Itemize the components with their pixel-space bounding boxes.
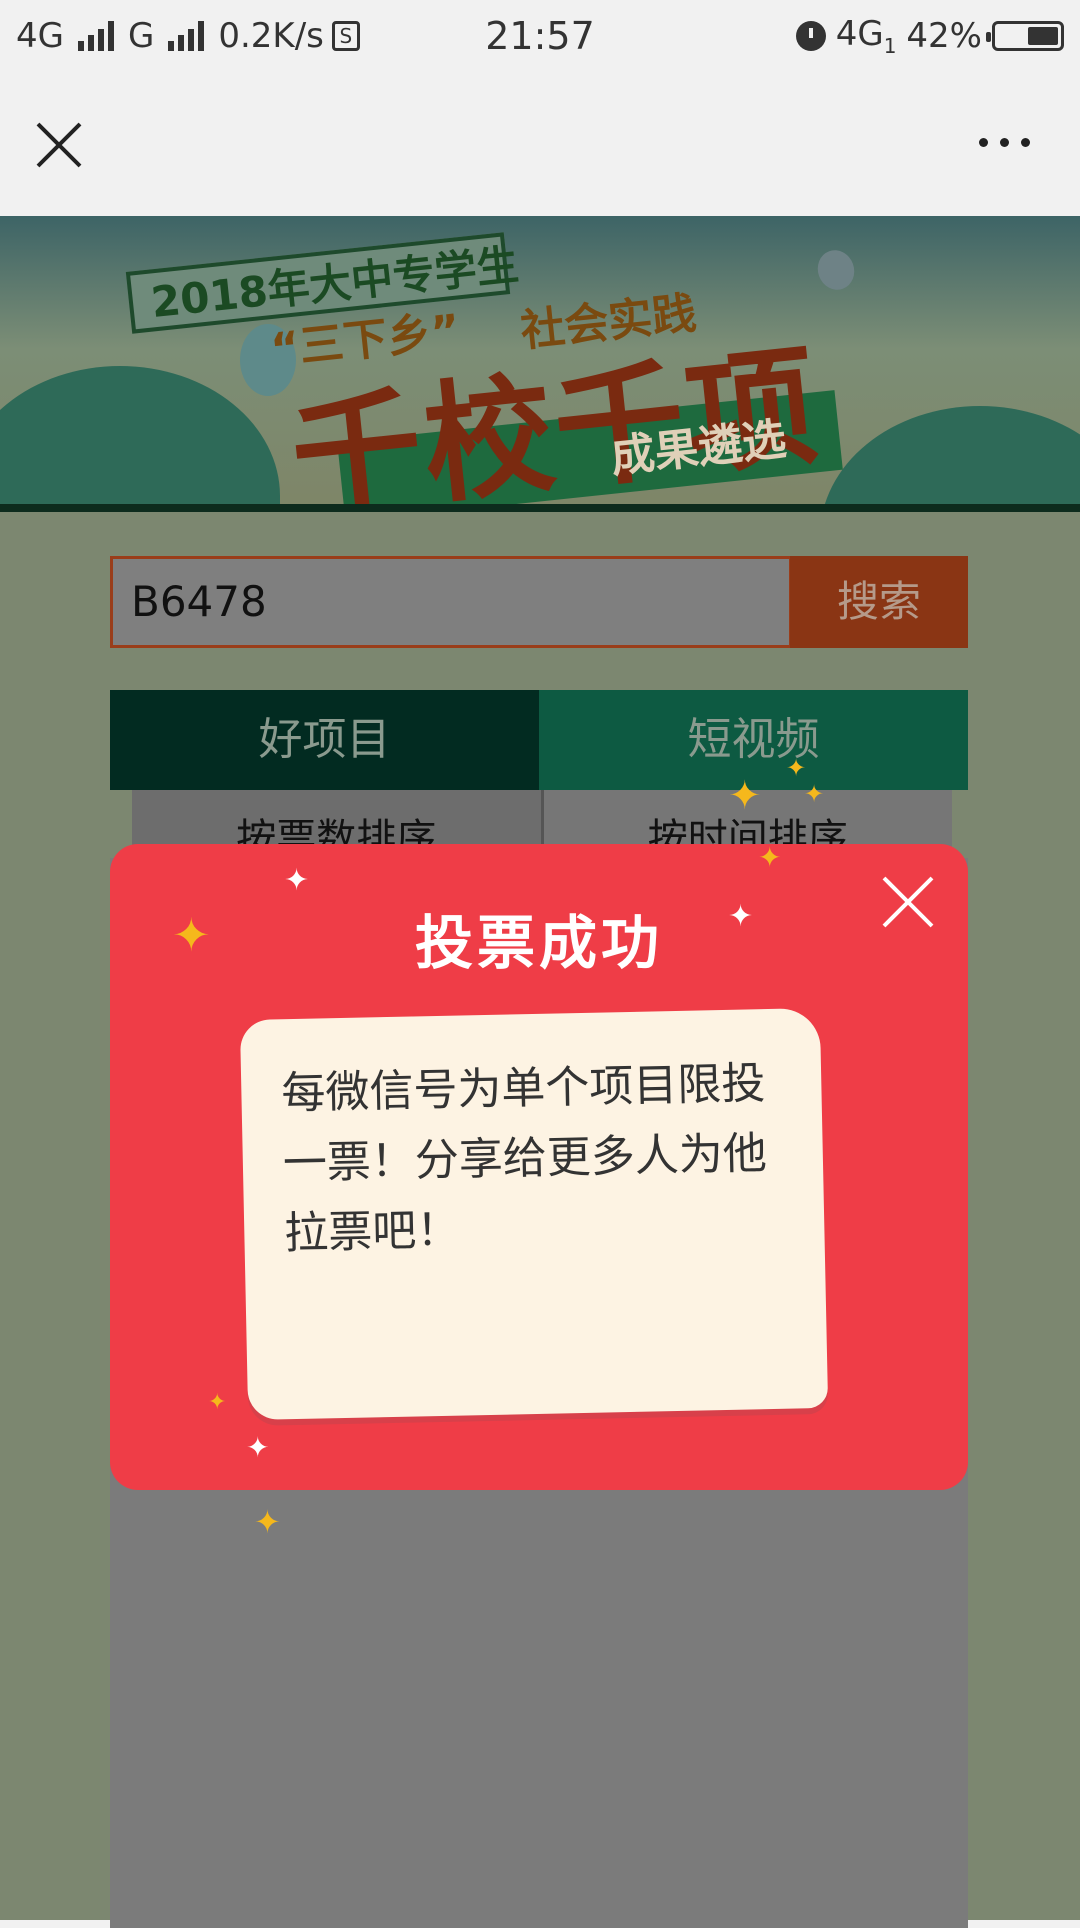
battery-icon xyxy=(986,20,1064,51)
network-sub: 1 xyxy=(883,33,897,58)
alarm-icon xyxy=(795,20,826,51)
sparkle-icon: ✦ xyxy=(728,899,754,934)
banner: 2018年大中专学生 “三下乡” 社会实践 千校千项 成果遴选 xyxy=(0,216,1080,512)
sparkle-icon: ✦ xyxy=(786,754,807,782)
sparkle-icon: ✦ xyxy=(284,863,310,898)
sparkle-icon: ✦ xyxy=(804,780,825,808)
more-icon[interactable] xyxy=(979,138,1030,147)
sparkle-icon: ✦ xyxy=(758,841,782,874)
sparkle-icon: ✦ xyxy=(208,1390,227,1415)
status-bar: 4G G 0.2K/s S 21:57 4G1 42% xyxy=(0,0,1080,72)
close-icon[interactable] xyxy=(878,872,938,932)
sparkle-icon: ✦ xyxy=(728,773,762,819)
hill-left xyxy=(0,366,280,512)
banner-bottom-bar xyxy=(0,504,1080,512)
dialog-message: 每微信号为单个项目限投一票！分享给更多人为他拉票吧！ xyxy=(280,1058,768,1260)
search-input[interactable]: B6478 xyxy=(110,556,792,648)
network-type-3: 4G1 xyxy=(835,14,897,58)
tab-bar: 好项目 短视频 xyxy=(110,690,968,790)
close-icon[interactable] xyxy=(34,120,84,170)
dialog-title: 投票成功 xyxy=(414,909,663,977)
vote-success-dialog: 投票成功 每微信号为单个项目限投一票！分享给更多人为他拉票吧！ xyxy=(110,844,968,1490)
hill-right xyxy=(820,406,1080,512)
search-button[interactable]: 搜索 xyxy=(790,556,968,648)
tab-good-projects[interactable]: 好项目 xyxy=(110,690,539,790)
sparkle-icon: ✦ xyxy=(246,1431,270,1464)
nav-bar xyxy=(0,72,1080,216)
battery-percent: 42% xyxy=(906,15,982,56)
message-scroll: 每微信号为单个项目限投一票！分享给更多人为他拉票吧！ xyxy=(239,1007,829,1421)
sparkle-icon: ✦ xyxy=(172,908,211,962)
sparkle-icon: ✦ xyxy=(254,1503,281,1541)
balloon-icon-small xyxy=(812,245,860,295)
status-right: 4G1 42% xyxy=(795,14,1064,58)
